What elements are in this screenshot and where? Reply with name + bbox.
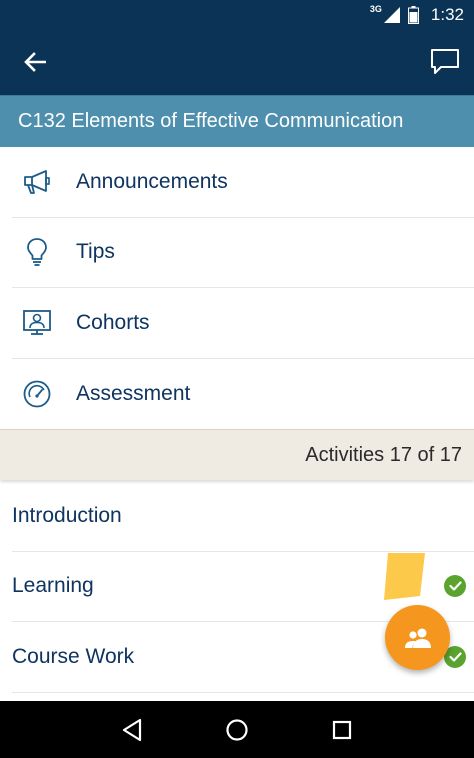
network-type: 3G xyxy=(369,3,382,14)
menu-item-label: Cohorts xyxy=(76,310,150,334)
menu-item-announcements[interactable]: Announcements xyxy=(12,147,474,218)
app-bar xyxy=(0,29,474,95)
status-time: 1:32 xyxy=(430,4,464,24)
nav-recents-button[interactable] xyxy=(322,710,362,750)
megaphone-icon xyxy=(12,169,62,195)
chat-bubble-icon xyxy=(431,49,459,74)
course-menu: Announcements Tips Cohorts Assessment xyxy=(0,147,474,429)
circle-home-icon xyxy=(226,718,248,741)
menu-item-label: Tips xyxy=(76,240,115,264)
nav-back-button[interactable] xyxy=(112,710,152,750)
menu-item-assessment[interactable]: Assessment xyxy=(12,359,474,430)
activity-label: Learning xyxy=(12,574,94,598)
activity-item-introduction[interactable]: Introduction xyxy=(12,481,474,552)
cohort-fab-button[interactable] xyxy=(385,605,450,670)
highlight-marker xyxy=(384,553,425,600)
gauge-icon xyxy=(12,379,62,409)
activities-summary: Activities 17 of 17 xyxy=(0,429,474,480)
menu-item-tips[interactable]: Tips xyxy=(12,218,474,288)
status-bar: 3G 1:32 xyxy=(0,0,474,29)
check-icon xyxy=(444,575,466,598)
chat-button[interactable] xyxy=(430,47,460,77)
system-navigation-bar xyxy=(0,701,474,758)
square-recents-icon xyxy=(332,720,351,739)
activity-label: Introduction xyxy=(12,503,122,527)
course-title: C132 Elements of Effective Communication xyxy=(0,95,474,147)
arrow-left-icon xyxy=(24,52,46,72)
nav-home-button[interactable] xyxy=(217,710,257,750)
activity-label: Course Work xyxy=(12,644,135,668)
signal-icon xyxy=(383,6,400,23)
group-users-icon xyxy=(404,628,431,648)
triangle-back-icon xyxy=(123,718,142,741)
menu-item-label: Announcements xyxy=(76,169,228,193)
menu-item-cohorts[interactable]: Cohorts xyxy=(12,288,474,359)
monitor-user-icon xyxy=(12,309,62,337)
battery-icon xyxy=(407,5,419,24)
menu-item-label: Assessment xyxy=(76,381,191,405)
lightbulb-icon xyxy=(12,237,62,267)
back-button[interactable] xyxy=(20,47,50,77)
